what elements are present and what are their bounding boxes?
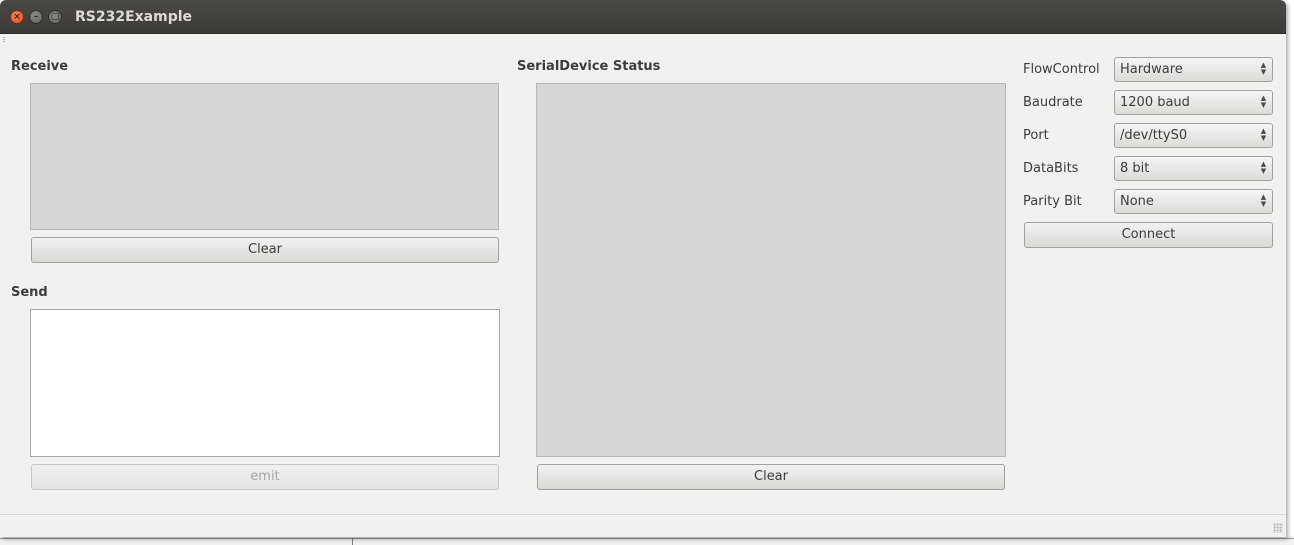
combo-arrows-icon: ▲ ▼ <box>1260 61 1267 76</box>
emit-button[interactable]: emit <box>31 464 499 490</box>
flow-control-select[interactable]: Hardware ▲ ▼ <box>1114 57 1273 82</box>
baudrate-label: Baudrate <box>1023 95 1083 110</box>
send-text-area[interactable] <box>30 309 500 457</box>
receive-text-area[interactable] <box>30 83 499 230</box>
combo-arrows-icon: ▲ ▼ <box>1260 94 1267 109</box>
window-title: RS232Example <box>75 9 193 25</box>
background-divider-vertical <box>352 538 353 545</box>
baudrate-value: 1200 baud <box>1120 95 1190 110</box>
status-label: SerialDevice Status <box>517 59 661 74</box>
maximize-window-button[interactable]: □ <box>48 10 62 24</box>
databits-select[interactable]: 8 bit ▲ ▼ <box>1114 156 1273 181</box>
status-text-area[interactable] <box>536 83 1006 457</box>
port-label: Port <box>1023 128 1049 143</box>
combo-arrows-icon: ▲ ▼ <box>1260 160 1267 175</box>
resize-grip-icon[interactable] <box>1273 523 1283 533</box>
receive-label: Receive <box>11 59 69 74</box>
baudrate-select[interactable]: 1200 baud ▲ ▼ <box>1114 90 1273 115</box>
close-icon: × <box>13 12 21 22</box>
receive-clear-button[interactable]: Clear <box>31 237 499 263</box>
background-divider <box>0 538 1294 539</box>
status-bar <box>0 514 1286 515</box>
combo-arrows-icon: ▲ ▼ <box>1260 127 1267 142</box>
app-window: × – □ RS232Example Receive Clear Send em… <box>0 0 1286 537</box>
minimize-window-button[interactable]: – <box>29 10 43 24</box>
flow-control-label: FlowControl <box>1023 62 1100 77</box>
minimize-icon: – <box>33 12 39 22</box>
parity-value: None <box>1120 194 1154 209</box>
port-select[interactable]: /dev/ttyS0 ▲ ▼ <box>1114 123 1273 148</box>
status-clear-button[interactable]: Clear <box>537 464 1005 490</box>
port-value: /dev/ttyS0 <box>1120 128 1188 143</box>
parity-select[interactable]: None ▲ ▼ <box>1114 189 1273 214</box>
toolbar-grip-icon <box>3 37 5 43</box>
maximize-icon: □ <box>50 12 60 22</box>
title-bar: × – □ RS232Example <box>0 0 1286 34</box>
connect-button[interactable]: Connect <box>1024 222 1273 248</box>
send-label: Send <box>11 285 48 300</box>
databits-label: DataBits <box>1023 161 1079 176</box>
flow-control-value: Hardware <box>1120 62 1183 77</box>
close-window-button[interactable]: × <box>10 10 24 24</box>
combo-arrows-icon: ▲ ▼ <box>1260 193 1267 208</box>
parity-label: Parity Bit <box>1023 194 1082 209</box>
databits-value: 8 bit <box>1120 161 1150 176</box>
